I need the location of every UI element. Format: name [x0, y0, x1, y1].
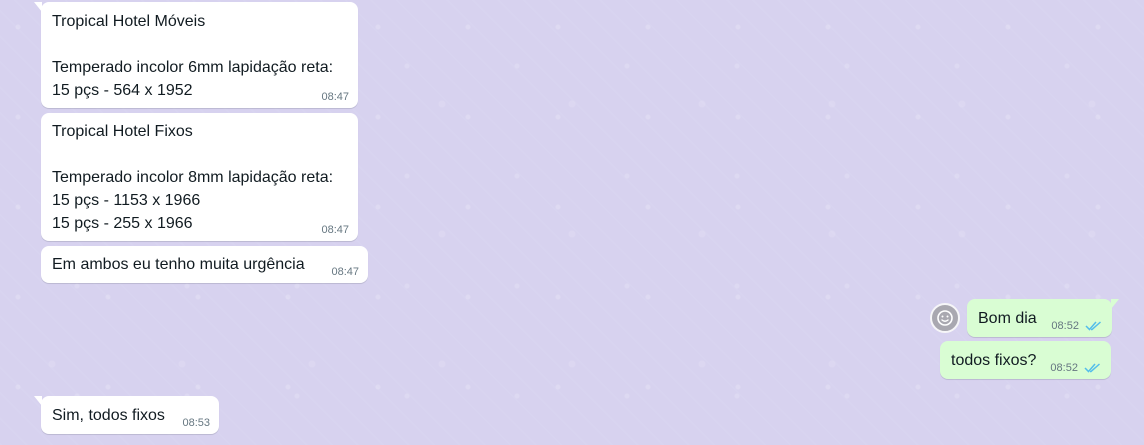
bubble-tail	[34, 396, 42, 406]
outgoing-message[interactable]: Bom dia 08:52	[967, 299, 1119, 337]
message-text: Tropical Hotel Móveis Temperado incolor …	[52, 13, 334, 99]
default-avatar-icon	[937, 310, 953, 326]
bubble-tail	[34, 2, 42, 12]
message-text: Em ambos eu tenho muita urgência	[52, 256, 305, 273]
message-time: 08:52	[1051, 320, 1079, 332]
message-time: 08:53	[182, 417, 210, 429]
message-time: 08:47	[321, 224, 349, 236]
outgoing-message[interactable]: todos fixos? 08:52	[940, 341, 1111, 379]
message-meta: 08:52	[1051, 319, 1103, 333]
incoming-message[interactable]: Tropical Hotel Móveis Temperado incolor …	[34, 2, 358, 108]
incoming-message[interactable]: Tropical Hotel Fixos Temperado incolor 8…	[41, 113, 358, 241]
incoming-message[interactable]: Sim, todos fixos 08:53	[34, 396, 219, 434]
double-check-read-icon	[1085, 321, 1101, 331]
message-meta: 08:52	[1050, 361, 1102, 375]
bubble-tail	[1111, 299, 1119, 309]
double-check-read-icon	[1084, 363, 1100, 373]
message-time: 08:47	[331, 266, 359, 278]
message-time: 08:47	[321, 91, 349, 103]
message-time: 08:52	[1050, 362, 1078, 374]
incoming-message[interactable]: Em ambos eu tenho muita urgência 08:47	[41, 246, 368, 283]
contact-avatar[interactable]	[930, 303, 960, 333]
message-text: Tropical Hotel Fixos Temperado incolor 8…	[52, 123, 334, 232]
